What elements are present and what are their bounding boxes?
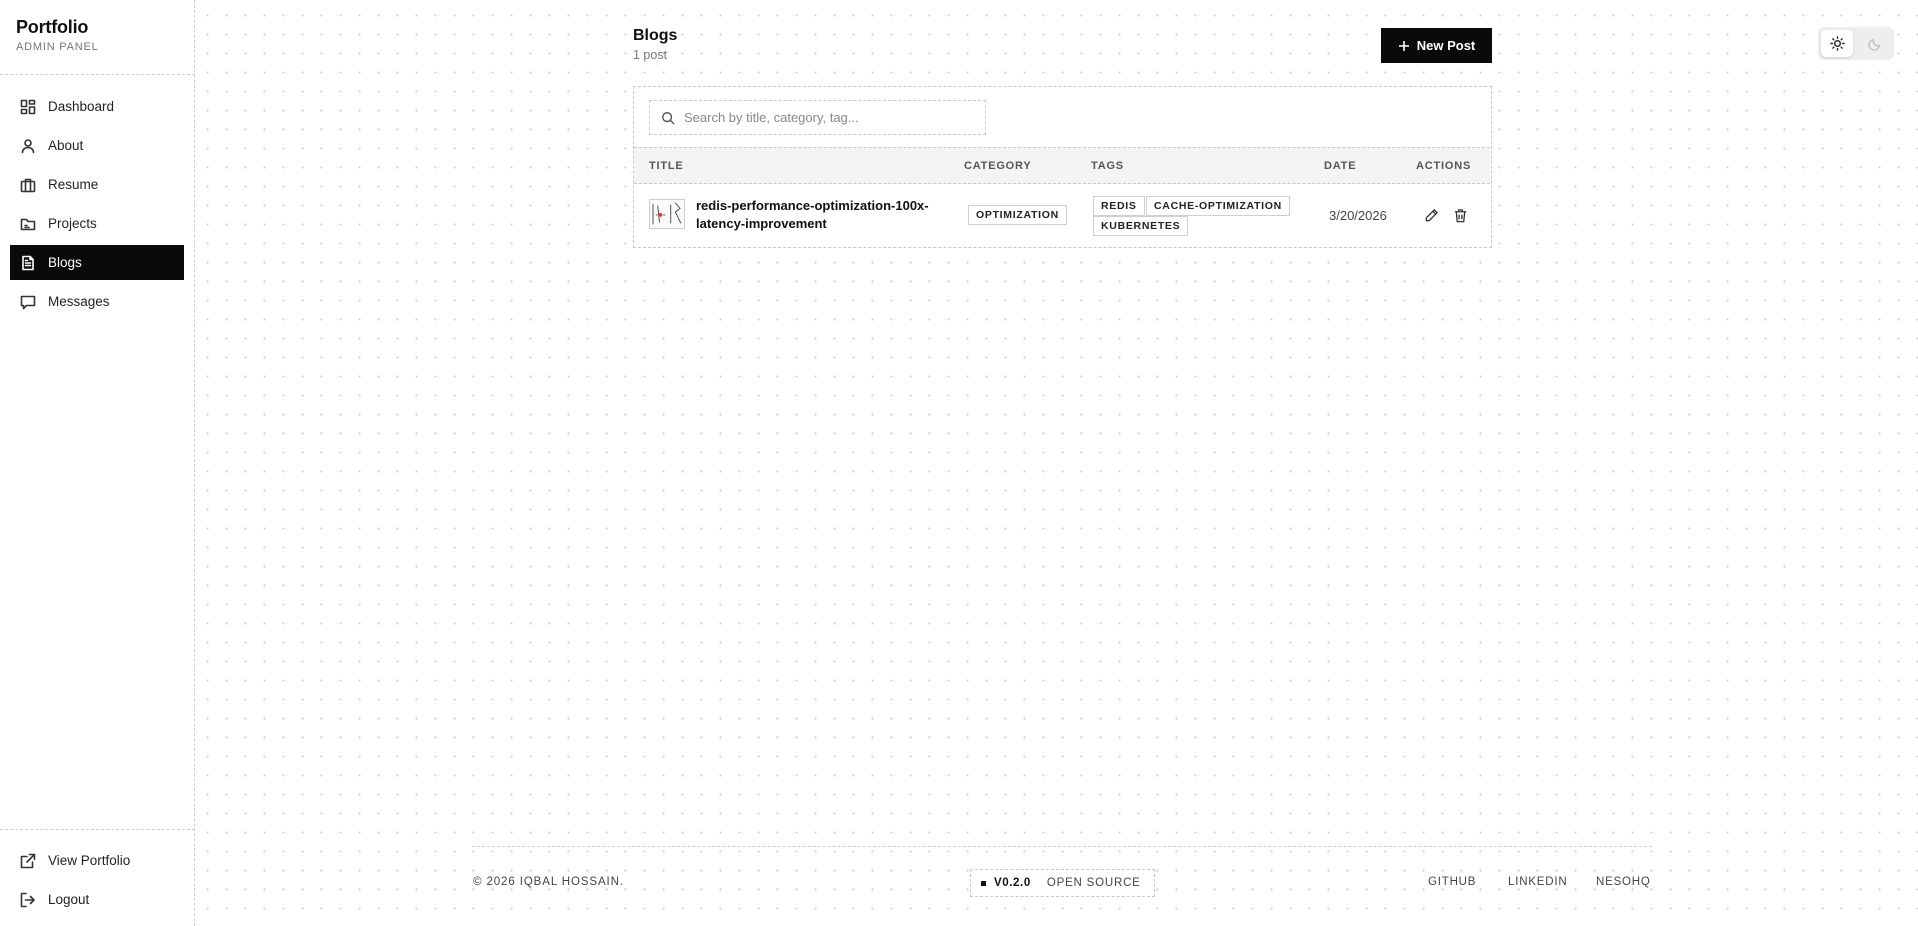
moon-icon: [1868, 38, 1881, 51]
dark-mode-button[interactable]: [1859, 30, 1891, 57]
column-header-category: CATEGORY: [964, 160, 1032, 172]
view-portfolio-label: View Portfolio: [48, 853, 131, 868]
external-link-icon: [20, 853, 36, 869]
search-icon: [662, 111, 675, 124]
post-count: 1 post: [633, 48, 668, 62]
folder-icon: [20, 216, 36, 232]
sidebar-nav: Dashboard About Resume Projects Blogs Me…: [10, 89, 184, 323]
view-portfolio-link[interactable]: View Portfolio: [10, 843, 184, 878]
sidebar-bottom-nav: View Portfolio Logout: [10, 843, 184, 921]
search-box: [649, 100, 986, 135]
open-source-label: OPEN SOURCE: [1046, 877, 1141, 889]
sidebar-item-label: About: [48, 138, 84, 153]
sidebar-item-projects[interactable]: Projects: [10, 206, 184, 241]
tag-badge: REDIS: [1093, 196, 1145, 216]
trash-icon: [1454, 208, 1466, 222]
tag-badge: CACHE-OPTIMIZATION: [1146, 196, 1290, 216]
dashboard-icon: [20, 99, 36, 115]
brand-subtitle: ADMIN PANEL: [16, 41, 99, 53]
column-header-date: DATE: [1324, 160, 1357, 172]
column-header-tags: TAGS: [1091, 160, 1124, 172]
sidebar-item-blogs[interactable]: Blogs: [10, 245, 184, 280]
footer-link-github[interactable]: GITHUB: [1428, 876, 1476, 888]
sidebar-item-messages[interactable]: Messages: [10, 284, 184, 319]
blogs-table-card: TITLE CATEGORY TAGS DATE ACTIONS redis-p…: [633, 86, 1492, 248]
footer-divider: [472, 846, 1652, 847]
column-header-title: TITLE: [649, 160, 684, 172]
column-header-actions: ACTIONS: [1416, 160, 1472, 172]
message-icon: [20, 294, 36, 310]
sidebar-item-label: Resume: [48, 177, 99, 192]
logout-label: Logout: [48, 892, 90, 907]
document-icon: [20, 255, 36, 271]
footer-copyright: © 2026 IQBAL HOSSAIN.: [473, 876, 624, 888]
post-thumbnail: [649, 199, 685, 229]
search-input[interactable]: [684, 110, 974, 125]
post-date: 3/20/2026: [1329, 208, 1387, 223]
divider: [0, 829, 195, 830]
plus-icon: [1398, 40, 1409, 51]
user-icon: [20, 138, 36, 154]
light-mode-button[interactable]: [1821, 30, 1853, 57]
square-icon: [981, 880, 986, 886]
pencil-icon: [1425, 208, 1438, 221]
delete-button[interactable]: [1451, 206, 1469, 224]
logout-icon: [20, 892, 36, 908]
briefcase-icon: [20, 177, 36, 193]
sidebar-item-dashboard[interactable]: Dashboard: [10, 89, 184, 124]
edit-button[interactable]: [1422, 206, 1440, 224]
brand-title: Portfolio: [16, 17, 89, 37]
new-post-button[interactable]: New Post: [1381, 28, 1492, 63]
post-title[interactable]: redis-performance-optimization-100x-late…: [696, 197, 946, 233]
sidebar-item-resume[interactable]: Resume: [10, 167, 184, 202]
sidebar-item-label: Messages: [48, 294, 110, 309]
sidebar-item-label: Dashboard: [48, 99, 115, 114]
sidebar-item-label: Projects: [48, 216, 97, 231]
brand: Portfolio ADMIN PANEL: [16, 17, 99, 53]
table-header: TITLE CATEGORY TAGS DATE ACTIONS: [634, 147, 1490, 184]
sun-icon: [1829, 36, 1845, 51]
version-badge: V0.2.0 OPEN SOURCE: [970, 869, 1155, 897]
tag-badge: KUBERNETES: [1093, 216, 1189, 236]
divider: [0, 74, 195, 75]
new-post-label: New Post: [1416, 38, 1476, 53]
logout-button[interactable]: Logout: [10, 882, 184, 917]
theme-toggle[interactable]: [1818, 27, 1894, 60]
sidebar-item-about[interactable]: About: [10, 128, 184, 163]
sidebar-item-label: Blogs: [48, 255, 82, 270]
category-badge: OPTIMIZATION: [968, 205, 1067, 225]
table-row[interactable]: redis-performance-optimization-100x-late…: [634, 184, 1490, 246]
page-title: Blogs: [633, 27, 678, 44]
footer-link-linkedin[interactable]: LINKEDIN: [1508, 876, 1567, 888]
footer-link-nesohq[interactable]: NESOHQ: [1596, 876, 1651, 888]
version-number: V0.2.0: [994, 877, 1031, 889]
sidebar: Portfolio ADMIN PANEL Dashboard About Re…: [0, 0, 195, 926]
